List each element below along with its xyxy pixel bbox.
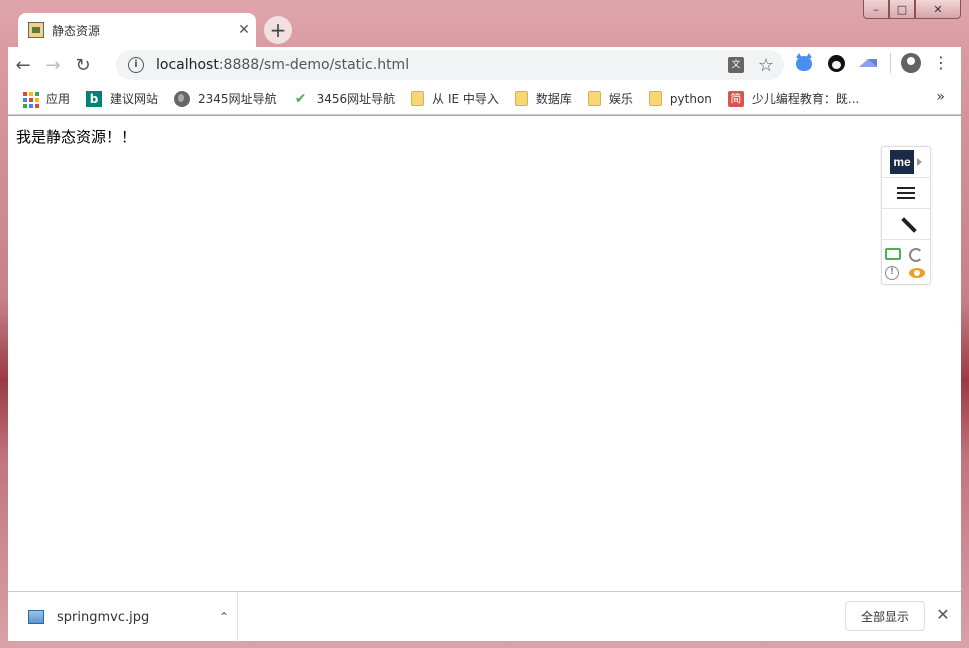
bookmark-apps[interactable]: 应用 xyxy=(22,90,71,108)
bookmarks-bar: 应用 b 建议网站 2345网址导航 ✔ 3456网址导航 从 IE 中导入 数… xyxy=(8,83,961,115)
bookmark-2345[interactable]: 2345网址导航 xyxy=(174,90,277,107)
hao-icon: ✔ xyxy=(294,90,307,107)
forward-button[interactable]: → xyxy=(38,50,68,80)
close-shelf-icon[interactable]: ✕ xyxy=(933,605,953,624)
bookmark-kids-coding[interactable]: 简 少儿编程教育：既... xyxy=(727,90,860,107)
bookmark-label: python xyxy=(669,91,712,106)
extension-face[interactable] xyxy=(824,51,848,75)
cast-icon[interactable] xyxy=(885,248,901,260)
hamburger-menu-icon xyxy=(897,187,915,199)
bookmark-star-icon[interactable]: ☆ xyxy=(754,53,778,77)
back-button[interactable]: ← xyxy=(8,50,38,80)
show-all-button[interactable]: 全部显示 xyxy=(845,601,925,631)
bird-extension-icon xyxy=(859,59,877,67)
apps-grid-dot xyxy=(29,97,33,102)
globe-icon xyxy=(174,90,191,107)
widget-logo-row[interactable]: me xyxy=(882,147,930,178)
tab-close-icon[interactable]: ✕ xyxy=(232,22,256,38)
folder-icon xyxy=(648,91,662,106)
image-favicon-icon xyxy=(28,22,44,38)
apps-grid-dot xyxy=(29,91,33,96)
reload-button[interactable]: ↻ xyxy=(68,50,98,80)
maximize-button[interactable]: □ xyxy=(889,0,915,19)
url-path: :8888/sm-demo/static.html xyxy=(218,57,410,73)
bing-icon: b xyxy=(86,90,103,107)
bookmark-label: 数据库 xyxy=(535,92,572,106)
bookmark-folder-entertainment[interactable]: 娱乐 xyxy=(587,90,633,107)
bookmark-folder-database[interactable]: 数据库 xyxy=(514,90,572,107)
face-extension-icon xyxy=(827,54,845,72)
widget-menu-row[interactable] xyxy=(882,178,930,209)
info-icon[interactable]: i xyxy=(128,57,144,73)
bookmarks-overflow-icon[interactable]: » xyxy=(936,89,945,105)
apps-grid-dot xyxy=(23,91,27,96)
apps-grid-dot xyxy=(35,103,39,108)
extension-bird[interactable] xyxy=(856,51,880,75)
new-tab-button[interactable]: + xyxy=(264,16,292,44)
bookmark-label: 2345网址导航 xyxy=(198,92,277,106)
folder-icon xyxy=(514,91,528,106)
bookmark-label: 3456网址导航 xyxy=(316,92,396,106)
bookmark-label: 从 IE 中导入 xyxy=(432,92,499,106)
tab-active[interactable]: 静态资源 ✕ xyxy=(18,13,256,47)
folder-icon xyxy=(587,91,601,106)
apps-grid-dot xyxy=(29,103,33,108)
download-file-name: springmvc.jpg xyxy=(57,609,150,625)
folder-icon xyxy=(411,91,425,106)
magic-wand-icon xyxy=(896,214,916,234)
tab-title: 静态资源 xyxy=(52,23,101,38)
bookmark-label: 应用 xyxy=(46,92,71,106)
expand-arrow-icon xyxy=(917,158,922,166)
bookmark-label: 建议网站 xyxy=(110,92,159,106)
download-item[interactable]: springmvc.jpg ⌃ xyxy=(28,592,238,642)
widget-tools-grid: ! xyxy=(882,240,930,280)
translate-icon: 文 xyxy=(728,57,744,73)
bookmark-folder-ie-import[interactable]: 从 IE 中导入 xyxy=(411,90,499,107)
download-shelf: springmvc.jpg ⌃ 全部显示 ✕ xyxy=(8,591,961,642)
extension-cat[interactable] xyxy=(792,51,816,75)
jian-icon: 简 xyxy=(727,90,744,107)
floating-toolbar-widget: me ! xyxy=(881,146,931,285)
profile-avatar-icon[interactable] xyxy=(901,53,921,73)
page-text: 我是静态资源！！ xyxy=(16,128,137,146)
toolbar-divider xyxy=(890,53,891,73)
cat-extension-icon xyxy=(796,52,812,71)
toolbar: ← → ↻ i localhost:8888/sm-demo/static.ht… xyxy=(8,47,961,83)
bookmark-label: 娱乐 xyxy=(608,92,633,106)
minimize-button[interactable]: – xyxy=(863,0,889,19)
address-bar[interactable]: i localhost:8888/sm-demo/static.html 文 ☆ xyxy=(116,50,784,80)
browser-window: – □ ✕ 静态资源 ✕ + ← → ↻ i localhost:8888/sm… xyxy=(0,0,969,648)
apps-grid-dot xyxy=(35,97,39,102)
extensions-area: ⋮ xyxy=(792,51,951,75)
widget-wand-row[interactable] xyxy=(882,209,930,240)
close-window-button[interactable]: ✕ xyxy=(915,0,961,19)
refresh-icon[interactable] xyxy=(909,248,923,262)
url-host: localhost xyxy=(156,57,219,73)
bookmark-folder-python[interactable]: python xyxy=(648,91,712,106)
alert-icon[interactable]: ! xyxy=(885,266,899,280)
apps-grid-dot xyxy=(23,97,27,102)
apps-grid-dot xyxy=(35,91,39,96)
url-text[interactable]: localhost:8888/sm-demo/static.html xyxy=(156,57,724,73)
translate-icon-wrap[interactable]: 文 xyxy=(724,53,748,77)
image-file-icon xyxy=(28,610,44,624)
apps-grid-icon xyxy=(22,91,39,108)
bookmark-suggested-sites[interactable]: b 建议网站 xyxy=(86,90,158,107)
apps-grid-dot xyxy=(23,103,27,108)
bookmark-label: 少儿编程教育：既... xyxy=(751,92,860,106)
bookmark-3456[interactable]: ✔ 3456网址导航 xyxy=(293,90,396,107)
eye-icon[interactable] xyxy=(909,268,925,278)
page-content: 我是静态资源！！ me ! xyxy=(8,116,961,591)
window-controls: – □ ✕ xyxy=(863,0,961,19)
browser-menu-icon[interactable]: ⋮ xyxy=(931,55,951,71)
chevron-up-icon[interactable]: ⌃ xyxy=(211,610,237,624)
me-logo-icon: me xyxy=(890,150,914,174)
